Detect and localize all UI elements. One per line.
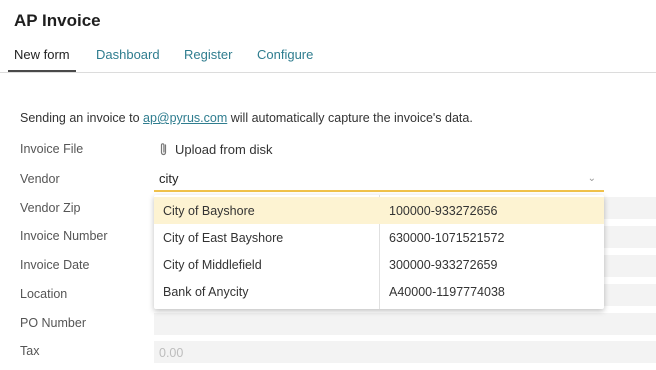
- vendor-zip-label: Vendor Zip: [20, 201, 81, 215]
- email-link[interactable]: ap@pyrus.com: [143, 111, 227, 125]
- vendor-option-code: A40000-1197774038: [389, 285, 505, 299]
- vendor-option-name: City of Bayshore: [163, 204, 255, 218]
- upload-label: Upload from disk: [175, 142, 273, 157]
- vendor-option[interactable]: City of Bayshore 100000-933272656: [154, 197, 604, 224]
- vendor-input-value: city: [159, 171, 179, 186]
- vendor-input[interactable]: city ⌄: [154, 168, 604, 192]
- intro-text: Sending an invoice to ap@pyrus.com will …: [20, 111, 473, 125]
- invoice-file-label: Invoice File: [20, 142, 84, 156]
- vendor-option-code: 100000-933272656: [389, 204, 498, 218]
- vendor-option[interactable]: Bank of Anycity A40000-1197774038: [154, 278, 604, 305]
- location-label: Location: [20, 287, 68, 301]
- tab-dashboard[interactable]: Dashboard: [96, 47, 160, 62]
- po-number-field[interactable]: [154, 313, 656, 335]
- tab-new-form[interactable]: New form: [14, 47, 70, 62]
- invoice-number-label: Invoice Number: [20, 229, 108, 243]
- vendor-option[interactable]: City of Middlefield 300000-933272659: [154, 251, 604, 278]
- tab-configure[interactable]: Configure: [257, 47, 313, 62]
- vendor-option-code: 300000-933272659: [389, 258, 498, 272]
- tab-bar: New form Dashboard Register Configure: [0, 40, 656, 73]
- invoice-date-label: Invoice Date: [20, 258, 90, 272]
- po-number-label: PO Number: [20, 316, 86, 330]
- tab-register[interactable]: Register: [184, 47, 232, 62]
- tax-field[interactable]: [154, 341, 656, 363]
- vendor-label: Vendor: [20, 172, 60, 186]
- upload-from-disk-button[interactable]: Upload from disk: [158, 142, 273, 157]
- tax-label: Tax: [20, 344, 40, 358]
- vendor-dropdown: City of Bayshore 100000-933272656 City o…: [154, 195, 604, 309]
- vendor-option[interactable]: City of East Bayshore 630000-1071521572: [154, 224, 604, 251]
- active-tab-indicator: [8, 70, 76, 72]
- vendor-option-name: Bank of Anycity: [163, 285, 249, 299]
- vendor-option-code: 630000-1071521572: [389, 231, 505, 245]
- page-title: AP Invoice: [14, 11, 101, 30]
- tax-placeholder: 0.00: [159, 346, 184, 360]
- vendor-option-name: City of Middlefield: [163, 258, 262, 272]
- vendor-option-name: City of East Bayshore: [163, 231, 284, 245]
- chevron-down-icon[interactable]: ⌄: [588, 173, 596, 184]
- paperclip-icon: [160, 143, 167, 156]
